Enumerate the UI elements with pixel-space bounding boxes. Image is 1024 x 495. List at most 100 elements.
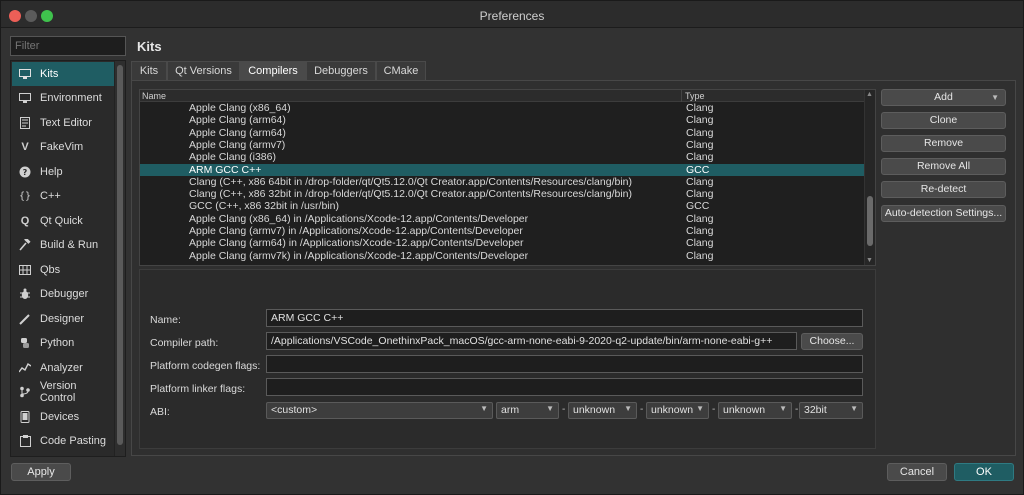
sidebar-item-label: Code Pasting	[40, 435, 107, 447]
compiler-row[interactable]: Apple Clang (armv7) in /Applications/Xco…	[140, 225, 865, 237]
compiler-name: Apple Clang (x86_64)	[189, 102, 291, 114]
sidebar-item-label: FakeVim	[40, 141, 84, 153]
sidebar-item-code-pasting[interactable]: Code Pasting	[12, 429, 114, 453]
abi-flavor-value: unknown	[651, 404, 694, 416]
compiler-row[interactable]: Clang (C++, x86 64bit in /drop-folder/qt…	[140, 176, 865, 188]
sidebar-item-fakevim[interactable]: V FakeVim	[12, 135, 114, 159]
compiler-name: Apple Clang (arm64)	[189, 126, 286, 139]
compiler-row[interactable]: Apple Clang (x86_64) in /Applications/Xc…	[140, 213, 865, 225]
compilers-list-scrollbar-thumb[interactable]	[867, 196, 873, 246]
sidebar-item-devices[interactable]: Devices	[12, 405, 114, 429]
compiler-type: Clang	[686, 102, 714, 114]
compiler-type: Clang	[686, 138, 714, 151]
sidebar-item-label: C++	[40, 190, 61, 202]
sidebar-item-label: Qbs	[40, 263, 61, 276]
tab-qt-versions[interactable]: Qt Versions	[167, 61, 240, 81]
compiler-name: Apple Clang (x86_64) in /Applications/Xc…	[189, 212, 529, 225]
linker-flags-input[interactable]	[266, 378, 863, 396]
name-input[interactable]: ARM GCC C++	[266, 309, 863, 327]
abi-os-select[interactable]: unknown ▼	[568, 402, 637, 419]
sidebar-item-python[interactable]: Python	[12, 331, 114, 355]
compiler-row[interactable]: Apple Clang (armv7) Clang	[140, 139, 865, 151]
sidebar-item-analyzer[interactable]: Analyzer	[12, 356, 114, 380]
add-button[interactable]: Add ▼	[881, 89, 1006, 106]
abi-format-value: unknown	[723, 404, 766, 416]
column-header-name[interactable]: Name	[142, 91, 166, 101]
compiler-row[interactable]: GCC (C++, x86 32bit in /usr/bin) GCC	[140, 200, 865, 212]
codegen-flags-input[interactable]	[266, 355, 863, 373]
category-sidebar: Kits Environment Text Editor V FakeVim ?…	[10, 60, 126, 457]
remove-button[interactable]: Remove	[881, 135, 1006, 152]
abi-preset-select[interactable]: <custom> ▼	[266, 402, 493, 419]
abi-separator: -	[562, 404, 566, 415]
fakevim-icon: V	[21, 141, 29, 153]
sidebar-item-help[interactable]: ? Help	[12, 160, 114, 184]
compiler-row[interactable]: Apple Clang (x86_64) Clang	[140, 102, 865, 114]
compiler-type: Clang	[686, 212, 714, 225]
window-title: Preferences	[479, 9, 545, 23]
tab-debuggers[interactable]: Debuggers	[306, 61, 376, 81]
abi-flavor-select[interactable]: unknown ▼	[646, 402, 709, 419]
grid-icon	[18, 263, 32, 277]
compiler-type: Clang	[686, 175, 714, 188]
compiler-row-selected[interactable]: ARM GCC C++ GCC	[140, 163, 865, 176]
sidebar-item-cpp[interactable]: {} C++	[12, 184, 114, 208]
sidebar-item-build-run[interactable]: Build & Run	[12, 233, 114, 257]
abi-os-value: unknown	[573, 404, 616, 416]
sidebar-item-qbs[interactable]: Qbs	[12, 258, 114, 282]
braces-icon: {}	[18, 190, 32, 202]
sidebar-scrollbar-thumb[interactable]	[117, 65, 123, 445]
abi-separator: -	[640, 404, 644, 415]
compiler-row[interactable]: Apple Clang (arm64) in /Applications/Xco…	[140, 237, 865, 249]
sidebar-item-kits[interactable]: Kits	[12, 62, 114, 86]
compiler-row[interactable]: Apple Clang (arm64) Clang	[140, 114, 865, 126]
preferences-window: Preferences Kits Environment Text Editor…	[0, 0, 1024, 495]
filter-input[interactable]	[10, 36, 126, 56]
sidebar-item-designer[interactable]: Designer	[12, 307, 114, 331]
scroll-down-icon[interactable]: ▼	[866, 257, 873, 264]
codegen-flags-label: Platform codegen flags:	[150, 360, 261, 372]
auto-detection-settings-button[interactable]: Auto-detection Settings...	[881, 205, 1006, 222]
compiler-path-input[interactable]: /Applications/VSCode_OnethinxPack_macOS/…	[266, 332, 797, 350]
add-button-label: Add	[934, 91, 953, 103]
abi-format-select[interactable]: unknown ▼	[718, 402, 792, 419]
abi-arch-value: arm	[501, 404, 520, 416]
compiler-row[interactable]: Apple Clang (i386) Clang	[140, 151, 865, 163]
compiler-type: Clang	[686, 114, 714, 127]
compiler-name: Apple Clang (armv7k) in /Applications/Xc…	[189, 249, 529, 262]
remove-all-button[interactable]: Remove All	[881, 158, 1006, 175]
sidebar-scrollbar[interactable]	[114, 61, 125, 456]
sidebar-item-label: Analyzer	[40, 361, 83, 374]
compiler-name: Clang (C++, x86 64bit in /drop-folder/qt…	[189, 175, 632, 188]
apply-button[interactable]: Apply	[11, 463, 71, 481]
tab-compilers[interactable]: Compilers	[240, 61, 306, 81]
sidebar-item-label: Help	[40, 165, 63, 178]
compiler-row[interactable]: Apple Clang (armv7k) in /Applications/Xc…	[140, 250, 865, 262]
cancel-button[interactable]: Cancel	[887, 463, 947, 481]
scroll-up-icon[interactable]: ▲	[866, 91, 873, 98]
tab-cmake[interactable]: CMake	[376, 61, 426, 81]
abi-width-value: 32bit	[804, 404, 827, 416]
compiler-row[interactable]: Clang (C++, x86 32bit in /drop-folder/qt…	[140, 188, 865, 200]
sidebar-item-environment[interactable]: Environment	[12, 86, 114, 110]
help-icon: ?	[18, 165, 32, 179]
python-icon	[18, 336, 32, 350]
abi-width-select[interactable]: 32bit ▼	[799, 402, 863, 419]
title-bar: Preferences	[1, 1, 1023, 28]
tab-kits[interactable]: Kits	[131, 61, 167, 81]
ok-button[interactable]: OK	[954, 463, 1014, 481]
compilers-list-scrollbar[interactable]: ▲ ▼	[864, 90, 875, 265]
monitor-icon	[18, 67, 32, 81]
sidebar-item-debugger[interactable]: Debugger	[12, 282, 114, 306]
redetect-button[interactable]: Re-detect	[881, 181, 1006, 198]
sidebar-item-version-control[interactable]: Version Control	[12, 380, 114, 404]
sidebar-item-qt-quick[interactable]: Q Qt Quick	[12, 209, 114, 233]
choose-button[interactable]: Choose...	[801, 333, 863, 350]
sidebar-item-label: Build & Run	[40, 239, 99, 251]
clone-button[interactable]: Clone	[881, 112, 1006, 129]
sidebar-item-text-editor[interactable]: Text Editor	[12, 111, 114, 135]
column-header-type[interactable]: Type	[685, 91, 705, 101]
chevron-down-icon: ▼	[546, 404, 554, 413]
abi-arch-select[interactable]: arm ▼	[496, 402, 559, 419]
compiler-row[interactable]: Apple Clang (arm64) Clang	[140, 127, 865, 139]
